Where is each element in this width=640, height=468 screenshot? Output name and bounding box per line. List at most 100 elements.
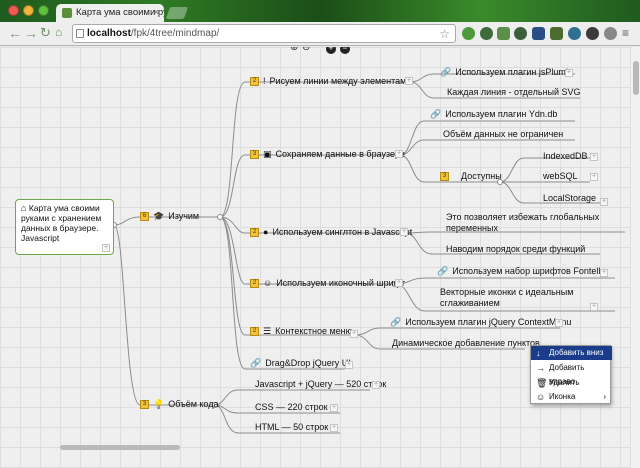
smile-icon: ☺ [263, 278, 273, 289]
extension-puzzle-icon[interactable] [550, 27, 563, 40]
extension-clock-icon[interactable] [514, 27, 527, 40]
extension-refresh-icon[interactable] [480, 27, 493, 40]
add-child-icon[interactable]: + [590, 173, 598, 181]
add-child-icon[interactable]: + [590, 303, 598, 311]
add-child-icon[interactable]: + [565, 69, 573, 77]
node-label: Используем плагин Ydn.db [445, 109, 558, 119]
node-label: Контекстное меню [275, 326, 353, 336]
node-html[interactable]: HTML — 50 строк [255, 422, 328, 433]
browser-tab[interactable]: Карта ума своими руками × [56, 4, 164, 22]
node-css[interactable]: CSS — 220 строк [255, 402, 328, 413]
bookmark-star-icon[interactable]: ☆ [439, 27, 450, 41]
address-bar[interactable]: localhost/fpk/4tree/mindmap/ ☆ [72, 24, 456, 43]
add-child-icon[interactable]: + [400, 228, 408, 236]
extension-cloud-icon[interactable] [462, 27, 475, 40]
vertical-scrollbar[interactable] [630, 47, 640, 468]
node-singlton[interactable]: 2 ● Используем синглтон в Javascript [250, 227, 412, 238]
browser-toolbar: ← → ↻ ⌂ localhost/fpk/4tree/mindmap/ ☆ ≡ [0, 22, 640, 46]
zoom-window-button[interactable] [38, 5, 49, 16]
close-window-button[interactable] [8, 5, 19, 16]
node-ikonochny[interactable]: 2 ☺ Используем иконочный шрифт [250, 278, 405, 289]
url-path: /fpk/4tree/mindmap/ [130, 28, 220, 39]
add-child-icon[interactable]: + [600, 269, 608, 277]
add-child-icon[interactable]: + [405, 77, 413, 85]
exclamation-icon: ! [263, 76, 266, 87]
count-badge: 6 [140, 212, 149, 222]
context-menu-label: Удалить [549, 378, 580, 387]
context-menu: ↓ Добавить вниз → Добавить вправо 🗑 Удал… [530, 345, 612, 404]
node-indexeddb[interactable]: IndexedDB [543, 151, 588, 162]
add-child-icon[interactable]: + [600, 198, 608, 206]
context-menu-item-add-down[interactable]: ↓ Добавить вниз [531, 346, 612, 360]
add-child-icon[interactable]: + [395, 279, 403, 287]
root-node-text: Карта ума своими руками с хранением данн… [21, 203, 102, 243]
context-menu-item-delete[interactable]: 🗑 Удалить [531, 376, 612, 390]
vertical-scroll-thumb[interactable] [633, 61, 639, 95]
new-tab-button[interactable] [165, 7, 189, 19]
add-child-icon[interactable]: + [350, 330, 358, 338]
tab-title: Карта ума своими руками [76, 7, 164, 18]
node-dragdrop[interactable]: 🔗 Drag&Drop jQuery UI [250, 358, 351, 369]
node-risuem[interactable]: 2! Рисуем линии между элементами [250, 76, 411, 87]
node-label: Сохраняем данные в браузере [275, 149, 406, 159]
smile-icon: ☺ [536, 392, 546, 402]
forward-arrow-icon[interactable]: → [24, 25, 38, 41]
node-globalnyh[interactable]: Это позволяет избежать глобальных переме… [446, 212, 606, 234]
horizontal-scroll-thumb[interactable] [60, 445, 180, 450]
add-child-icon[interactable]: + [372, 381, 380, 389]
horizontal-scrollbar[interactable] [0, 444, 630, 452]
tab-close-icon[interactable]: × [154, 7, 159, 17]
node-label: Каждая линия - отдельный SVG [447, 87, 581, 97]
add-child-icon[interactable]: + [330, 404, 338, 412]
url-host: localhost [87, 28, 131, 39]
list-icon: ☰ [263, 326, 272, 337]
mindmap-canvas[interactable]: ⊕ ⊖ + − ⌂ Карта ума своими руками с хран… [0, 47, 640, 468]
menu-icon[interactable]: ≡ [622, 26, 629, 40]
node-obem-koda[interactable]: 3 💡 Объём кода [140, 399, 219, 410]
reload-icon[interactable]: ↻ [40, 25, 51, 41]
count-badge: 2 [250, 279, 259, 289]
count-badge: 3 [250, 150, 259, 160]
node-obem-dannyh[interactable]: Объём данных не ограничен [443, 129, 563, 140]
context-menu-label: Иконка [549, 392, 576, 401]
node-izuchim[interactable]: 6 🎓 Изучим [140, 211, 199, 222]
add-child-icon[interactable]: + [395, 150, 403, 158]
node-websql[interactable]: webSQL [543, 171, 578, 182]
home-icon[interactable]: ⌂ [55, 25, 62, 39]
node-fontello[interactable]: 🔗 Используем набор шрифтов Fontello [437, 266, 605, 277]
link-icon: 🔗 [440, 67, 452, 78]
extension-camera-icon[interactable] [586, 27, 599, 40]
back-arrow-icon[interactable]: ← [8, 25, 22, 41]
minimize-window-button[interactable] [23, 5, 34, 16]
extension-wrench-icon[interactable] [497, 27, 510, 40]
node-svg-line[interactable]: Каждая линия - отдельный SVG [447, 87, 581, 98]
node-kontekstnoe[interactable]: 2 ☰ Контекстное меню [250, 326, 352, 337]
extension-circle-icon[interactable] [604, 27, 617, 40]
node-localstorage[interactable]: LocalStorage [543, 193, 596, 204]
context-menu-label: Добавить вниз [549, 348, 604, 357]
add-child-icon[interactable]: + [330, 424, 338, 432]
node-js-jquery[interactable]: Javascript + jQuery — 520 строк [255, 379, 386, 390]
add-child-icon[interactable]: + [590, 153, 598, 161]
node-ydn[interactable]: 🔗 Используем плагин Ydn.db [430, 109, 557, 120]
node-vektornye[interactable]: Векторные иконки с идеальным сглаживание… [440, 287, 590, 309]
add-child-icon[interactable]: + [555, 319, 563, 327]
graduation-cap-icon: 🎓 [153, 211, 165, 222]
record-icon: ● [263, 227, 269, 238]
node-jsplumb[interactable]: 🔗 Используем плагин jsPlumb [440, 67, 571, 78]
context-menu-item-icon[interactable]: ☺ Иконка › [531, 390, 612, 404]
node-contextmenu[interactable]: 🔗 Используем плагин jQuery ContextMenu [390, 317, 571, 328]
add-child-icon[interactable]: + [102, 244, 110, 252]
root-node[interactable]: ⌂ Карта ума своими руками с хранением да… [15, 199, 114, 255]
context-menu-item-add-right[interactable]: → Добавить вправо [531, 361, 612, 386]
node-dinamicheskoe[interactable]: Динамическое добавление пунктов [392, 338, 540, 349]
add-child-icon[interactable]: + [345, 361, 353, 369]
node-dostupny[interactable]: 3 Доступны [440, 171, 502, 182]
node-label: Объём данных не ограничен [443, 129, 564, 139]
extension-globe-icon[interactable] [568, 27, 581, 40]
node-sohranyaem[interactable]: 3 ▣ Сохраняем данные в браузере [250, 149, 405, 160]
node-label: Это позволяет избежать глобальных переме… [446, 212, 600, 233]
count-badge: 2 [250, 327, 259, 337]
node-poryadok[interactable]: Наводим порядок среди функций [446, 244, 585, 255]
extension-shield-icon[interactable] [532, 27, 545, 40]
